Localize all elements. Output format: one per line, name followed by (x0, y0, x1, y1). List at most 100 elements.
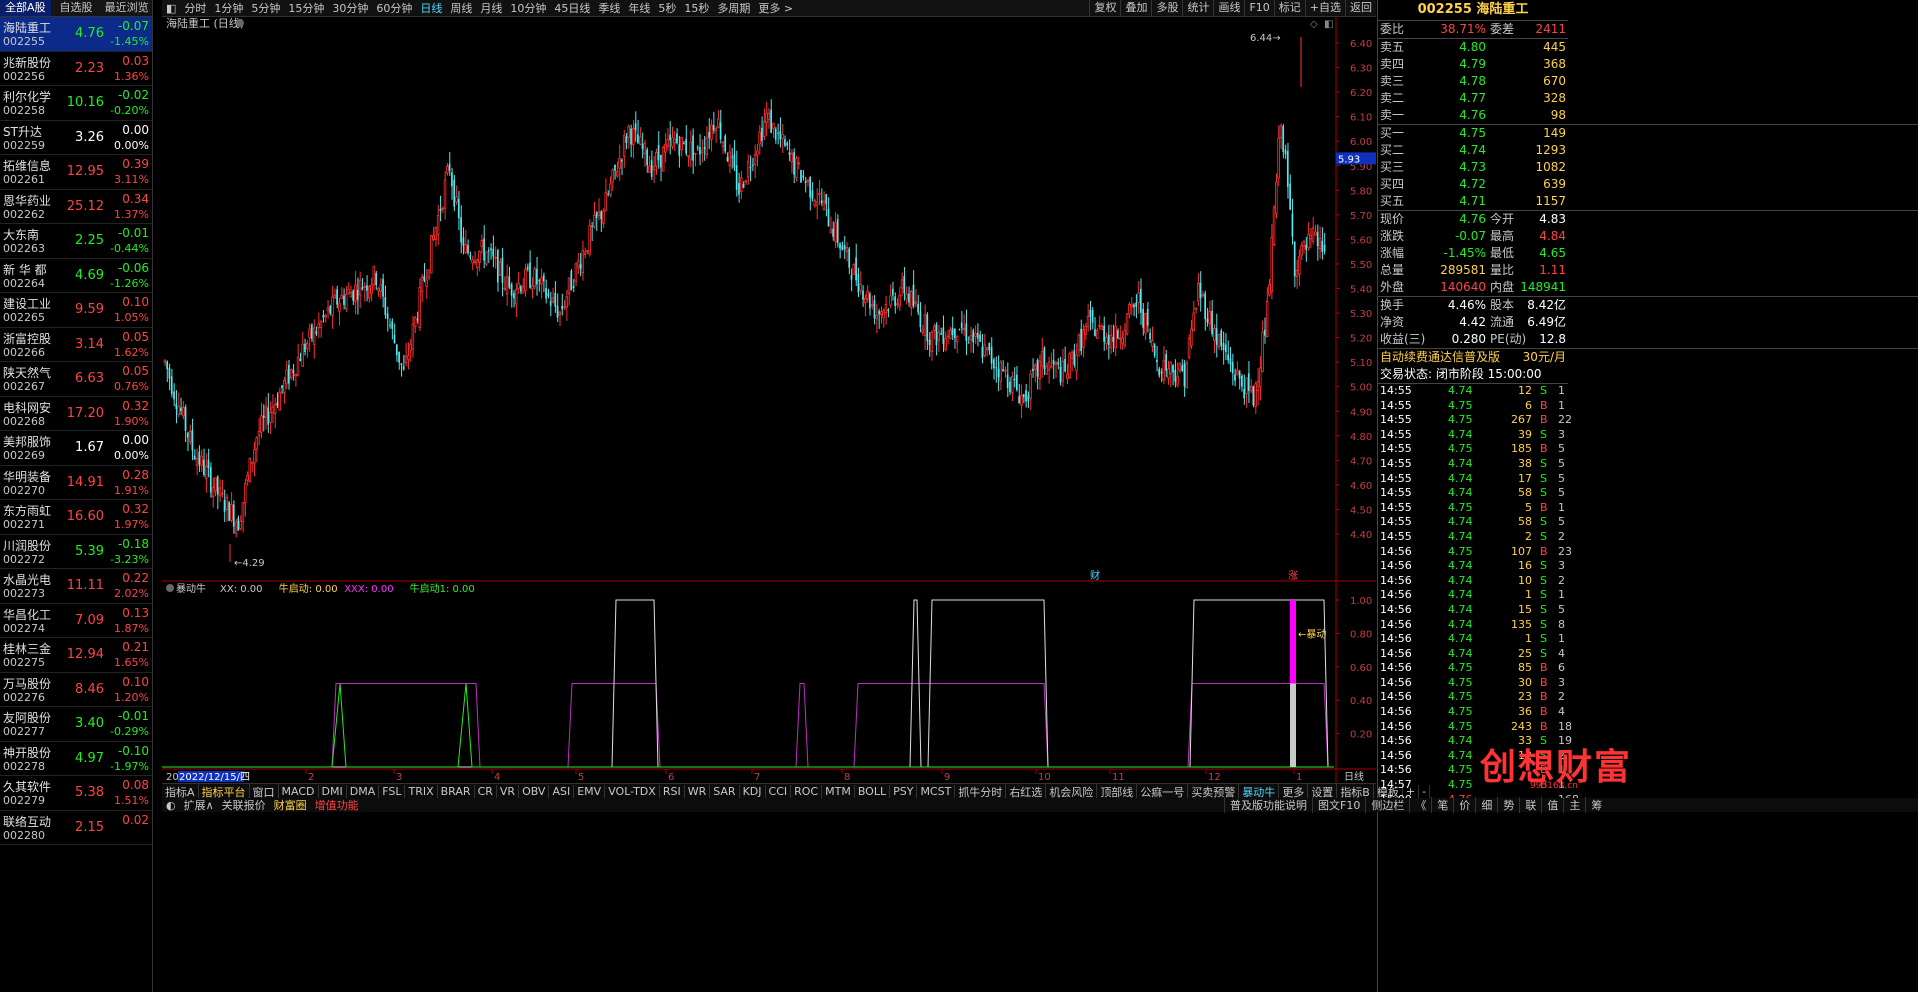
stock-row[interactable]: 利尔化学 002258 10.16 -0.02 -0.20% (0, 86, 152, 121)
period-tab[interactable]: 日线 (416, 0, 446, 16)
stock-row[interactable]: 水晶光电 002273 11.11 0.22 2.02% (0, 569, 152, 604)
period-tab[interactable]: 周线 (446, 0, 476, 16)
promo-row[interactable]: 自动续费通达信普及版 30元/月 (1378, 349, 1568, 366)
promo-price[interactable]: 30元/月 (1523, 349, 1566, 366)
bottom-right-button[interactable]: 联 (1519, 797, 1541, 813)
indicator-tab[interactable]: PSY (890, 785, 918, 798)
stock-row[interactable]: 万马股份 002276 8.46 0.10 1.20% (0, 673, 152, 707)
toggle-switch-icon[interactable]: ◐ (162, 799, 180, 812)
period-tab[interactable]: 60分钟 (372, 0, 416, 16)
stock-row[interactable]: 大东南 002263 2.25 -0.01 -0.44% (0, 224, 152, 259)
indicator-tab[interactable]: CCI (766, 785, 792, 798)
indicator-tab[interactable]: FSL (379, 785, 406, 798)
bottom-right-button[interactable]: 普及版功能说明 (1224, 797, 1312, 813)
list-tab[interactable]: 最近浏览 (101, 0, 152, 16)
period-tab[interactable]: 5分钟 (247, 0, 284, 16)
stock-row[interactable]: 海陆重工 002255 4.76 -0.07 -1.45% (0, 17, 152, 52)
indicator-tab[interactable]: VOL-TDX (605, 785, 660, 798)
period-tab[interactable]: 更多 > (754, 0, 797, 16)
period-tab[interactable]: 30分钟 (328, 0, 372, 16)
stock-row[interactable]: 联络互动 002280 2.15 0.02 (0, 811, 152, 845)
stock-row[interactable]: 拓维信息 002261 12.95 0.39 3.11% (0, 155, 152, 190)
indicator-tab[interactable]: CR (475, 785, 497, 798)
bottom-right-button[interactable]: 价 (1453, 797, 1475, 813)
kline-chart[interactable]: 海陆重工 (日线)6.406.306.206.106.005.905.805.7… (162, 16, 1376, 783)
period-tab[interactable]: 多周期 (713, 0, 754, 16)
indicator-tab[interactable]: OBV (519, 785, 550, 798)
stock-row[interactable]: 美邦服饰 002269 1.67 0.00 0.00% (0, 431, 152, 466)
stock-row[interactable]: 华昌化工 002274 7.09 0.13 1.87% (0, 604, 152, 638)
chart-tool-button[interactable]: 叠加 (1120, 0, 1151, 16)
period-tab[interactable]: 15秒 (680, 0, 713, 16)
indicator-tab[interactable]: MTM (822, 785, 855, 798)
candle-body (919, 311, 922, 328)
stock-row[interactable]: 新 华 都 002264 4.69 -0.06 -1.26% (0, 259, 152, 293)
kline-chart-area[interactable]: 海陆重工 (日线) 6.40 6.30 6.20 6.10 6.00 5.90 5.80 5.7… (162, 16, 1376, 792)
stock-row[interactable]: ST升达 002259 3.26 0.00 0.00% (0, 121, 152, 155)
promo-text[interactable]: 自动续费通达信普及版 (1380, 349, 1500, 366)
chart-tool-button[interactable]: 返回 (1345, 0, 1376, 16)
bottom-right-button[interactable]: 《 (1409, 797, 1431, 813)
stock-row[interactable]: 恩华药业 002262 25.12 0.34 1.37% (0, 190, 152, 224)
indicator-tab[interactable]: KDJ (740, 785, 766, 798)
chart-tool-button[interactable]: +自选 (1304, 0, 1345, 16)
list-tab[interactable]: 自选股 (51, 0, 102, 16)
stock-name: 新 华 都 (3, 262, 47, 277)
bottom-right-button[interactable]: 侧边栏 (1365, 797, 1409, 813)
stock-change: 0.00 (122, 433, 149, 447)
chart-tool-button[interactable]: 统计 (1182, 0, 1213, 16)
indicator-tab[interactable]: BRAR (438, 785, 475, 798)
stock-row[interactable]: 陕天然气 002267 6.63 0.05 0.76% (0, 362, 152, 397)
bottom-right-button[interactable]: 图文F10 (1312, 797, 1365, 813)
stock-row[interactable]: 华明装备 002270 14.91 0.28 1.91% (0, 466, 152, 500)
indicator-tab[interactable]: VR (497, 785, 520, 798)
period-tab[interactable]: 分时 (180, 0, 210, 16)
indicator-tab[interactable]: BOLL (855, 785, 891, 798)
period-tab[interactable]: 月线 (476, 0, 506, 16)
stock-row[interactable]: 神开股份 002278 4.97 -0.10 -1.97% (0, 742, 152, 776)
period-tab[interactable]: 15分钟 (284, 0, 328, 16)
period-tab[interactable]: 季线 (594, 0, 624, 16)
chart-tool-button[interactable]: F10 (1244, 0, 1273, 16)
indicator-tab[interactable]: EMV (574, 785, 606, 798)
period-tab[interactable]: 10分钟 (506, 0, 550, 16)
period-tab[interactable]: 5秒 (654, 0, 680, 16)
stock-row[interactable]: 东方雨虹 002271 16.60 0.32 1.97% (0, 500, 152, 535)
indicator-tab[interactable]: RSI (660, 785, 685, 798)
stock-row[interactable]: 电科网安 002268 17.20 0.32 1.90% (0, 397, 152, 431)
period-tab[interactable]: 1分钟 (210, 0, 247, 16)
period-tab[interactable]: 45日线 (550, 0, 594, 16)
panel-toggle-icon[interactable]: ◧ (162, 2, 180, 15)
chart-tool-button[interactable]: 画线 (1213, 0, 1244, 16)
bottom-right-button[interactable]: 细 (1475, 797, 1497, 813)
stock-row[interactable]: 桂林三金 002275 12.94 0.21 1.65% (0, 638, 152, 673)
date-label: 20 (166, 772, 179, 783)
bottom-right-button[interactable]: 主 (1563, 797, 1585, 813)
bottom-function-button[interactable]: 扩展∧ (180, 797, 218, 813)
stock-row[interactable]: 久其软件 002279 5.38 0.08 1.51% (0, 776, 152, 811)
stock-row[interactable]: 川润股份 002272 5.39 -0.18 -3.23% (0, 535, 152, 569)
bottom-function-button[interactable]: 增值功能 (311, 797, 363, 813)
stock-row[interactable]: 建设工业 002265 9.59 0.10 1.05% (0, 293, 152, 328)
bottom-right-button[interactable]: 势 (1497, 797, 1519, 813)
stock-row[interactable]: 浙富控股 002266 3.14 0.05 1.62% (0, 328, 152, 362)
bottom-function-button[interactable]: 关联报价 (218, 797, 270, 813)
indicator-tab[interactable]: ASI (549, 785, 575, 798)
stock-row[interactable]: 兆新股份 002256 2.23 0.03 1.36% (0, 52, 152, 86)
list-tab[interactable]: 全部A股 (0, 0, 51, 16)
chart-tool-button[interactable]: 多股 (1151, 0, 1182, 16)
chart-tool-button[interactable]: 标记 (1273, 0, 1305, 16)
bottom-right-button[interactable]: 筹 (1585, 797, 1607, 813)
period-tab[interactable]: 年线 (624, 0, 654, 16)
chart-tool-button[interactable]: 复权 (1089, 0, 1120, 16)
bottom-right-button[interactable]: 值 (1541, 797, 1563, 813)
indicator-tab[interactable]: ROC (791, 785, 823, 798)
candle-body (806, 179, 810, 182)
indicator-tab[interactable]: TRIX (405, 785, 438, 798)
stock-row[interactable]: 友阿股份 002277 3.40 -0.01 -0.29% (0, 707, 152, 742)
indicator-tab[interactable]: WR (685, 785, 711, 798)
indicator-tab[interactable]: MCST (917, 785, 956, 798)
indicator-tab[interactable]: SAR (710, 785, 740, 798)
bottom-right-button[interactable]: 笔 (1431, 797, 1453, 813)
bottom-function-button[interactable]: 财富圈 (270, 797, 311, 813)
